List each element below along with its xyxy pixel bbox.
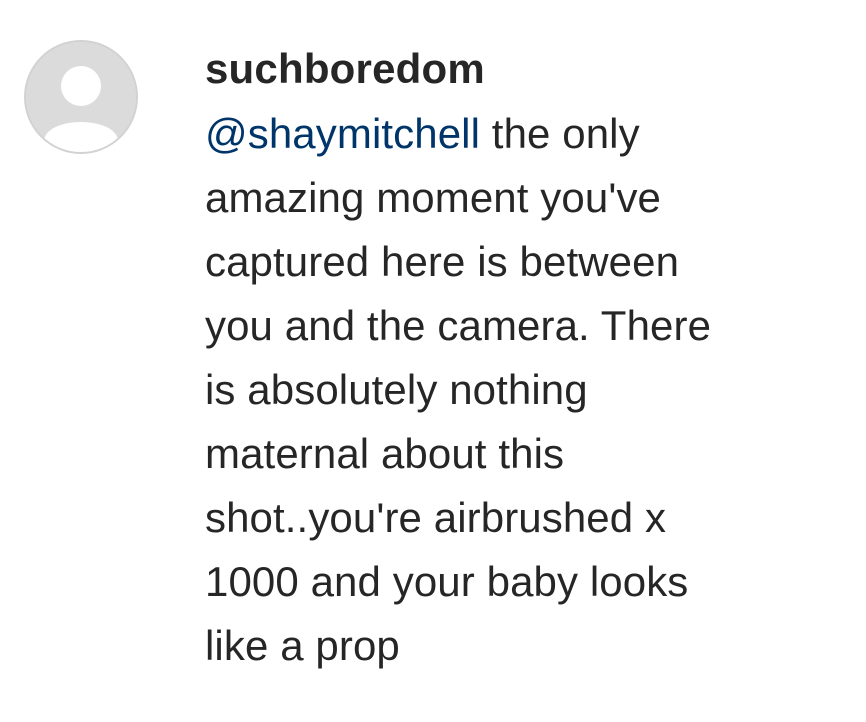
comment-text-line: captured here is between — [205, 238, 680, 285]
comment-text-line: maternal about this — [205, 430, 565, 477]
comment-text-line: is absolutely nothing — [205, 366, 588, 413]
comment-text-line: like a prop — [205, 622, 400, 669]
comment-content: suchboredom @shaymitchell the only amazi… — [205, 44, 845, 678]
comment-username[interactable]: suchboredom — [205, 44, 845, 96]
comment-text-line: you and the camera. There — [205, 302, 712, 349]
comment-text-line: shot..you're airbrushed x — [205, 494, 667, 541]
default-user-icon — [26, 42, 136, 152]
mention-link[interactable]: @shaymitchell — [205, 110, 480, 157]
comment-text-line: amazing moment you've — [205, 174, 661, 221]
comment-text-line: 1000 and your baby looks — [205, 558, 689, 605]
comment: suchboredom @shaymitchell the only amazi… — [0, 0, 866, 722]
comment-text-fragment: the only — [480, 110, 640, 157]
comment-text: @shaymitchell the only amazing moment yo… — [205, 102, 845, 678]
avatar[interactable] — [24, 40, 138, 154]
comment-text-line: @shaymitchell the only — [205, 102, 845, 166]
